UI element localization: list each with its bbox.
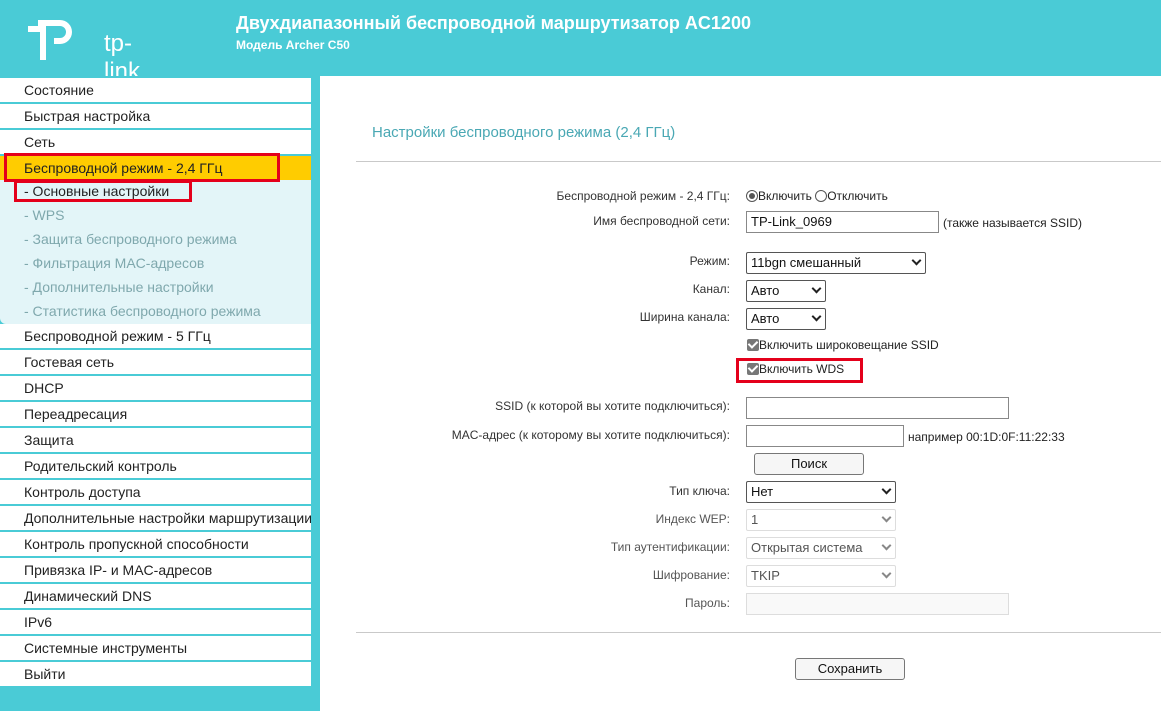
subnav-advanced[interactable]: - Дополнительные настройки: [0, 276, 311, 298]
ssid-broadcast-label: Включить широковещание SSID: [759, 338, 939, 352]
channel-select[interactable]: Авто: [746, 280, 826, 302]
wds-ssid-label: SSID (к которой вы хотите подключиться):: [495, 399, 730, 413]
chevron-down-icon: [811, 311, 822, 322]
key-type-select-value: Нет: [751, 484, 774, 499]
model-subtitle: Модель Archer C50: [236, 38, 350, 52]
wep-index-select: 1: [746, 509, 896, 531]
password-input: [746, 593, 1009, 615]
channel-width-select-value: Авто: [751, 311, 780, 326]
sidebar-item-system-tools[interactable]: Системные инструменты: [0, 636, 311, 660]
header: tp-link Двухдиапазонный беспроводной мар…: [0, 0, 1161, 85]
channel-width-select[interactable]: Авто: [746, 308, 826, 330]
sidebar-item-parental-control[interactable]: Родительский контроль: [0, 454, 311, 478]
chevron-down-icon: [911, 255, 922, 266]
divider-bottom: [356, 632, 1161, 633]
sidebar-item-ipv6[interactable]: IPv6: [0, 610, 311, 634]
main-content: Настройки беспроводного режима (2,4 ГГц)…: [320, 76, 1161, 711]
tp-link-logo-icon: [28, 20, 72, 60]
sidebar-item-wireless-24[interactable]: Беспроводной режим - 2,4 ГГц: [0, 156, 311, 180]
wep-index-label: Индекс WEP:: [655, 512, 730, 526]
subnav-wireless-security[interactable]: - Защита беспроводного режима: [0, 228, 311, 250]
subnav-basic-settings[interactable]: - Основные настройки: [0, 180, 311, 202]
ssid-input[interactable]: TP-Link_0969: [746, 211, 939, 233]
channel-select-value: Авто: [751, 283, 780, 298]
subnav-mac-filtering[interactable]: - Фильтрация MAC-адресов: [0, 252, 311, 274]
disable-radio[interactable]: [815, 190, 828, 202]
auth-type-label: Тип аутентификации:: [610, 540, 730, 554]
auth-type-select: Открытая система: [746, 537, 896, 559]
sidebar-item-access-control[interactable]: Контроль доступа: [0, 480, 311, 504]
wds-checkbox[interactable]: [747, 363, 759, 375]
sidebar-item-quick-setup[interactable]: Быстрая настройка: [0, 104, 311, 128]
page-title: Двухдиапазонный беспроводной маршрутизат…: [236, 13, 751, 33]
subnav-wps[interactable]: - WPS: [0, 204, 311, 226]
chevron-down-icon: [811, 283, 822, 294]
search-button[interactable]: Поиск: [754, 453, 864, 475]
sidebar-item-security[interactable]: Защита: [0, 428, 311, 452]
sidebar-item-advanced-routing[interactable]: Дополнительные настройки маршрутизации: [0, 506, 311, 530]
wireless-mode-radio-group: Включить Отключить: [746, 189, 888, 203]
chevron-down-icon: [881, 484, 892, 495]
ssid-hint: (также называется SSID): [943, 216, 1082, 230]
wireless-mode-label: Беспроводной режим - 2,4 ГГц:: [556, 189, 730, 203]
sidebar-item-forwarding[interactable]: Переадресация: [0, 402, 311, 426]
subnav-statistics[interactable]: - Статистика беспроводного режима: [0, 300, 311, 322]
wireless-24-submenu: - Основные настройки - WPS - Защита бесп…: [0, 180, 311, 324]
sidebar-item-ddns[interactable]: Динамический DNS: [0, 584, 311, 608]
sidebar-item-status[interactable]: Состояние: [0, 78, 311, 102]
mode-select[interactable]: 11bgn смешанный: [746, 252, 926, 274]
wds-mac-input[interactable]: [746, 425, 904, 447]
wds-mac-hint: например 00:1D:0F:11:22:33: [908, 430, 1065, 444]
wds-mac-label: MAC-адрес (к которому вы хотите подключи…: [451, 428, 730, 442]
password-label: Пароль:: [685, 596, 730, 610]
wds-ssid-input[interactable]: [746, 397, 1009, 419]
encryption-label: Шифрование:: [652, 568, 730, 582]
save-button[interactable]: Сохранить: [795, 658, 905, 680]
enable-radio-label: Включить: [758, 189, 812, 203]
tp-link-logo[interactable]: tp-link: [24, 14, 164, 85]
sidebar-item-dhcp[interactable]: DHCP: [0, 376, 311, 400]
wep-index-select-value: 1: [751, 512, 759, 527]
key-type-select[interactable]: Нет: [746, 481, 896, 503]
encryption-select: TKIP: [746, 565, 896, 587]
chevron-down-icon: [881, 512, 892, 523]
sidebar-item-network[interactable]: Сеть: [0, 130, 311, 154]
sidebar-item-bandwidth-control[interactable]: Контроль пропускной способности: [0, 532, 311, 556]
ssid-broadcast-option: Включить широковещание SSID: [747, 338, 939, 352]
chevron-down-icon: [881, 540, 892, 551]
sidebar-item-wireless-5[interactable]: Беспроводной режим - 5 ГГц: [0, 324, 311, 348]
wds-label: Включить WDS: [759, 362, 845, 376]
sidebar-item-logout[interactable]: Выйти: [0, 662, 311, 686]
mode-label: Режим:: [689, 254, 730, 268]
channel-label: Канал:: [692, 282, 730, 296]
chevron-down-icon: [881, 568, 892, 579]
key-type-label: Тип ключа:: [669, 484, 730, 498]
encryption-select-value: TKIP: [751, 568, 780, 583]
wds-option: Включить WDS: [747, 362, 844, 376]
auth-type-select-value: Открытая система: [751, 540, 863, 555]
ssid-label: Имя беспроводной сети:: [593, 214, 730, 228]
sidebar-item-ip-mac-binding[interactable]: Привязка IP- и MAC-адресов: [0, 558, 311, 582]
divider-top: [356, 161, 1161, 162]
sidebar-item-guest-network[interactable]: Гостевая сеть: [0, 350, 311, 374]
mode-select-value: 11bgn смешанный: [751, 255, 862, 270]
disable-radio-label: Отключить: [827, 189, 888, 203]
ssid-broadcast-checkbox[interactable]: [747, 339, 759, 351]
section-title: Настройки беспроводного режима (2,4 ГГц): [372, 124, 676, 141]
enable-radio[interactable]: [746, 190, 758, 202]
channel-width-label: Ширина канала:: [639, 310, 730, 324]
